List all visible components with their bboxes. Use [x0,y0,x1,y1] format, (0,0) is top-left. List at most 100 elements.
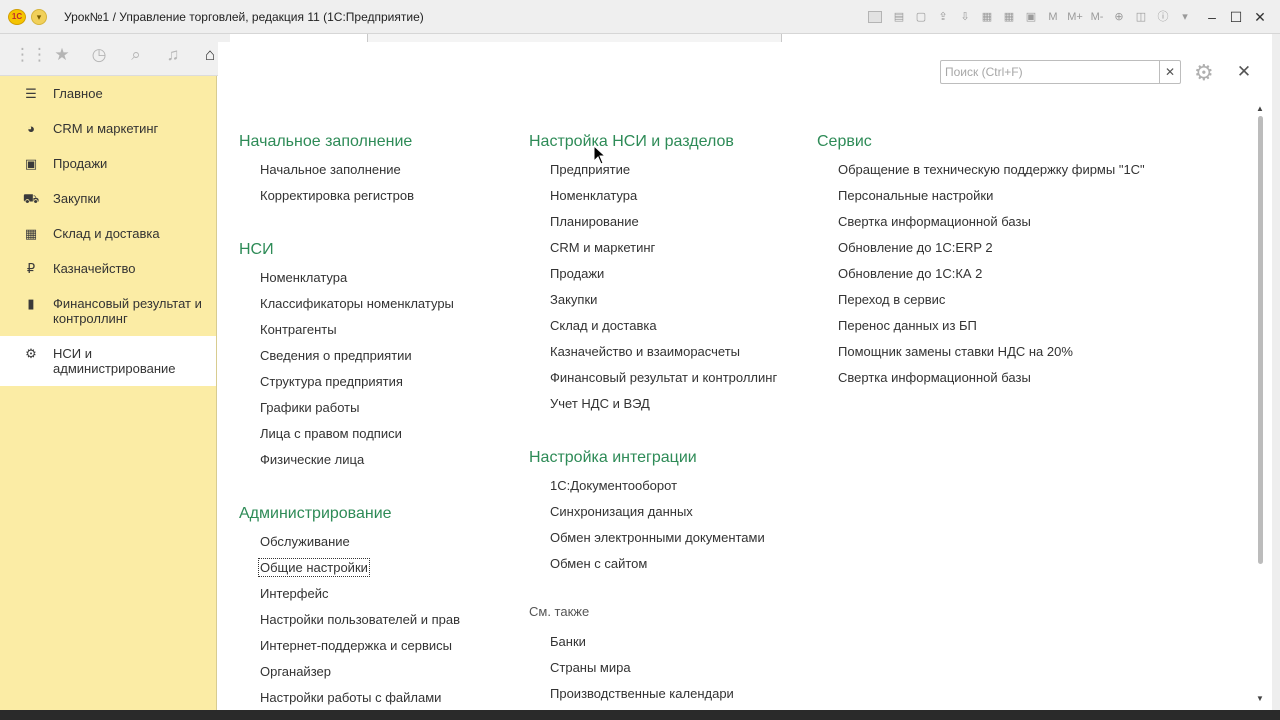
memory-minus-icon[interactable]: M- [1088,9,1106,25]
favorites-star-icon[interactable]: ★ [51,44,73,66]
memory-icon[interactable]: M [1044,9,1062,25]
nav-link[interactable]: Лица с правом подписи [260,426,460,452]
nav-link[interactable]: Свертка информационной базы [838,370,1145,396]
nav-link[interactable]: Помощник замены ставки НДС на 20% [838,344,1145,370]
nav-link[interactable]: Продажи [550,266,777,292]
nav-link[interactable]: CRM и маркетинг [550,240,777,266]
nav-link[interactable]: Предприятие [550,162,777,188]
apps-grid-icon[interactable]: ⋮⋮ [14,44,48,66]
nav-link-label: Учет НДС и ВЭД [550,396,650,411]
settings-gear-icon[interactable]: ⚙ [1194,60,1220,86]
nav-link[interactable]: Склад и доставка [550,318,777,344]
app-logo[interactable]: 1С [8,9,26,25]
table-icon[interactable]: ▦ [978,9,996,25]
nav-link[interactable]: Сведения о предприятии [260,348,460,374]
nav-link[interactable]: Перенос данных из БП [838,318,1145,344]
main-menu-dropdown-icon[interactable]: ▾ [31,9,47,25]
split-view-icon[interactable]: ◫ [1132,9,1150,25]
nav-link-label: 1С:Документооборот [550,478,678,493]
nav-link[interactable]: Планирование [550,214,777,240]
nav-link[interactable]: Классификаторы номенклатуры [260,296,460,322]
nav-link[interactable]: Персональные настройки [838,188,1145,214]
cart-icon: ⛟ [22,190,40,206]
save-icon[interactable] [868,11,882,23]
print-icon[interactable]: ▤ [890,9,908,25]
nav-link[interactable]: Общие настройки [258,558,460,586]
nav-link[interactable]: Обслуживание [260,534,460,560]
notifications-bell-icon[interactable]: ♫ [162,44,184,66]
nav-link[interactable]: Обмен с сайтом [550,556,777,582]
sidebar-item[interactable]: ▣ Продажи [0,146,216,181]
nav-link[interactable]: Обновление до 1С:ERP 2 [838,240,1145,266]
nav-link[interactable]: Обновление до 1С:КА 2 [838,266,1145,292]
search-icon[interactable]: ⌕ [125,44,147,66]
nav-link[interactable]: Банки [550,634,777,660]
more-icon[interactable]: ▾ [1176,9,1194,25]
scroll-down-icon[interactable]: ▼ [1255,694,1265,704]
nav-link[interactable]: Номенклатура [550,188,777,214]
calculator-icon[interactable]: ▣ [1022,9,1040,25]
nav-link[interactable]: Свертка информационной базы [838,214,1145,240]
nav-link[interactable]: Обращение в техническую поддержку фирмы … [838,162,1145,188]
vertical-scrollbar[interactable]: ▲ ▼ [1255,104,1265,704]
nav-link[interactable]: Физические лица [260,452,460,478]
sidebar-item[interactable]: ⚙ НСИ и администрирование [0,336,216,386]
nav-link-label: Интернет-поддержка и сервисы [260,638,453,653]
nav-link[interactable]: Закупки [550,292,777,318]
sidebar-item[interactable]: ⛟ Закупки [0,181,216,216]
mouse-cursor-icon [593,145,607,165]
sidebar-item-label: Закупки [53,191,101,206]
calendar-icon[interactable]: ▦ [1000,9,1018,25]
nav-link[interactable]: Контрагенты [260,322,460,348]
minimize-icon[interactable]: – [1204,8,1220,26]
download-icon[interactable]: ⇩ [956,9,974,25]
close-panel-icon[interactable]: ✕ [1236,62,1252,82]
memory-plus-icon[interactable]: M+ [1066,9,1084,25]
nav-link-label: Перенос данных из БП [838,318,977,333]
nav-link-label: Переход в сервис [838,292,946,307]
nav-link[interactable]: Графики работы [260,400,460,426]
sidebar-item[interactable]: ₽ Казначейство [0,251,216,286]
menu-icon: ☰ [25,85,37,101]
nav-link[interactable]: Настройки пользователей и прав [260,612,460,638]
nav-link[interactable]: Производственные календари [550,686,777,712]
sidebar-item-label: НСИ и администрирование [53,346,176,376]
search-input[interactable] [943,63,1153,81]
section-title: См. также [529,604,590,619]
section-group: Сервис Обращение в техническую поддержку … [817,132,1145,396]
sidebar-item-label: Склад и доставка [53,226,160,241]
zoom-icon[interactable]: ⊕ [1110,9,1128,25]
maximize-icon[interactable]: ☐ [1228,8,1244,26]
history-icon[interactable]: ◷ [88,44,110,66]
clear-search-icon[interactable]: ✕ [1159,61,1180,83]
nav-link-label: Обмен электронными документами [550,530,765,545]
nav-link[interactable]: Корректировка регистров [260,188,460,214]
nav-link[interactable]: Казначейство и взаиморасчеты [550,344,777,370]
nav-link-label: Закупки [550,292,598,307]
nav-link-label: Банки [550,634,586,649]
sidebar-item[interactable]: ▦ Склад и доставка [0,216,216,251]
sidebar-item[interactable]: ☰ Главное [0,76,216,111]
info-icon[interactable]: ⓘ [1154,9,1172,25]
sidebar-item[interactable]: ◕ CRM и маркетинг [0,111,216,146]
preview-icon[interactable]: ▢ [912,9,930,25]
nav-link[interactable]: Страны мира [550,660,777,686]
nav-link[interactable]: 1С:Документооборот [550,478,777,504]
sidebar-item[interactable]: ▮ Финансовый результат и контроллинг [0,286,216,336]
nav-link[interactable]: Структура предприятия [260,374,460,400]
nav-link[interactable]: Финансовый результат и контроллинг [550,370,777,396]
nav-link[interactable]: Переход в сервис [838,292,1145,318]
nav-link[interactable]: Интерфейс [260,586,460,612]
scroll-up-icon[interactable]: ▲ [1255,104,1265,114]
nav-link[interactable]: Органайзер [260,664,460,690]
gear-icon: ⚙ [25,345,37,361]
close-window-icon[interactable]: ✕ [1252,8,1268,26]
scroll-thumb[interactable] [1258,116,1263,564]
nav-link[interactable]: Интернет-поддержка и сервисы [260,638,460,664]
nav-link[interactable]: Учет НДС и ВЭД [550,396,777,422]
nav-link[interactable]: Начальное заполнение [260,162,460,188]
nav-link[interactable]: Синхронизация данных [550,504,777,530]
nav-link[interactable]: Номенклатура [260,270,460,296]
upload-icon[interactable]: ⇪ [934,9,952,25]
nav-link[interactable]: Обмен электронными документами [550,530,777,556]
